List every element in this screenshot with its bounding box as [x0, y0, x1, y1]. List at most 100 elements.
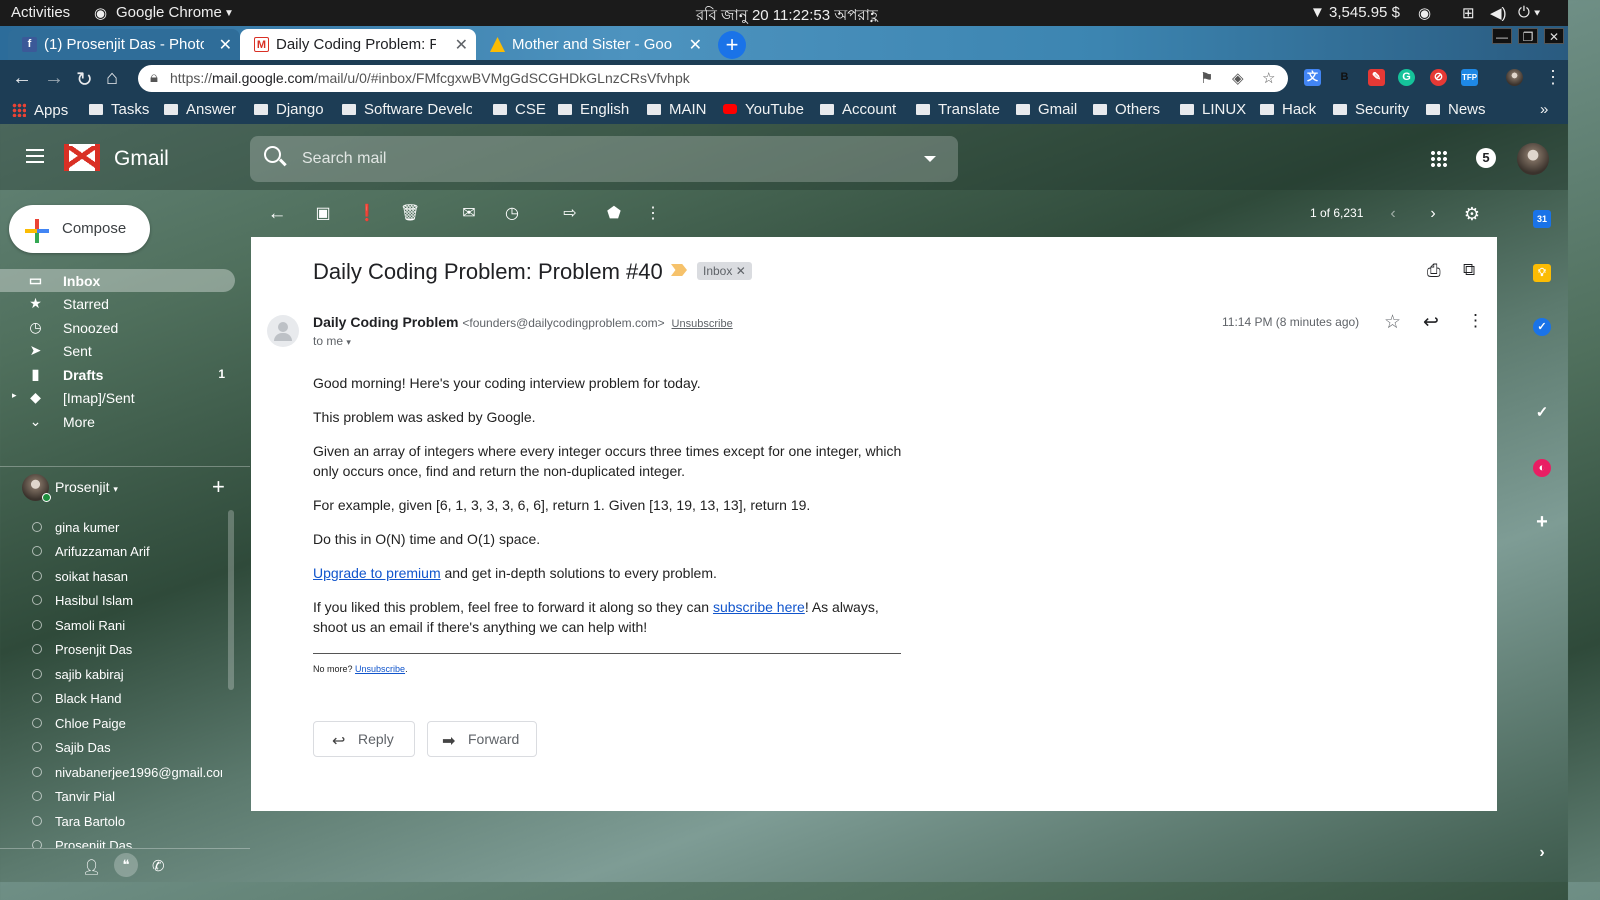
bookmark-folder[interactable]: Software Develo [342, 101, 472, 118]
new-conversation-icon[interactable]: + [212, 474, 225, 500]
sidebar-item-inbox[interactable]: ▭ Inbox [0, 269, 235, 292]
contact-item[interactable]: Black Hand [0, 688, 230, 710]
extension-icon[interactable]: ◈ [1232, 69, 1244, 87]
footer-unsubscribe-link[interactable]: Unsubscribe [355, 664, 405, 674]
contact-item[interactable]: Tara Bartolo [0, 811, 230, 833]
bookmark-folder[interactable]: CSE [493, 101, 546, 118]
network-icon[interactable]: ⊞ [1462, 4, 1475, 22]
upgrade-premium-link[interactable]: Upgrade to premium [313, 565, 441, 581]
snooze-icon[interactable]: ◷ [502, 204, 522, 224]
hangouts-user-name[interactable]: Prosenjit ▾ [55, 479, 118, 495]
google-translate-icon[interactable]: 文 [1304, 69, 1321, 86]
sidebar-item-snoozed[interactable]: ◷ Snoozed [0, 316, 235, 339]
reply-button[interactable]: ↩ Reply [313, 721, 415, 757]
delete-icon[interactable]: 🗑︎ [400, 204, 420, 224]
main-menu-icon[interactable] [26, 149, 44, 163]
close-icon[interactable]: ✕ [219, 35, 232, 55]
sidebar-item-more[interactable]: ⌄ More [0, 410, 235, 433]
search-options-icon[interactable] [924, 156, 936, 168]
bookmark-folder[interactable]: Hack [1260, 101, 1316, 118]
crypto-rate[interactable]: ▼ 3,545.95 $ [1310, 4, 1400, 21]
contact-item[interactable]: Samoli Rani [0, 615, 230, 637]
bookmark-apps[interactable]: Apps [12, 101, 68, 119]
search-mail-box[interactable]: Search mail [250, 136, 958, 182]
subscribe-link[interactable]: subscribe here [713, 599, 805, 615]
contact-item[interactable]: gina kumer [0, 517, 230, 539]
details-dropdown-icon[interactable]: ▾ [346, 337, 351, 347]
pin-extension-icon[interactable]: ✎ [1368, 69, 1385, 86]
bookmark-folder[interactable]: Django [254, 101, 324, 118]
omnibox[interactable]: 🔒︎ https://mail.google.com/mail/u/0/#inb… [138, 65, 1288, 92]
print-icon[interactable]: ⎙ [1427, 261, 1441, 281]
lock-icon[interactable]: 🔒︎ [150, 69, 158, 86]
notifications-badge[interactable]: 5 [1476, 148, 1496, 168]
volume-icon[interactable]: ◀) [1490, 4, 1507, 22]
contact-item[interactable]: sajib kabiraj [0, 664, 230, 686]
app-menu[interactable]: Google Chrome [116, 4, 222, 21]
reload-icon[interactable]: ↻ [76, 67, 93, 92]
sidebar-item-starred[interactable]: ★ Starred [0, 292, 235, 315]
sidebar-item-sent[interactable]: ➤ Sent [0, 339, 235, 362]
search-input[interactable]: Search mail [302, 150, 386, 168]
restore-button[interactable]: ❐ [1518, 28, 1538, 44]
newer-icon[interactable]: ‹ [1383, 204, 1403, 224]
older-icon[interactable]: › [1423, 204, 1443, 224]
tasks-check-icon[interactable]: ✓ [1533, 404, 1551, 422]
compose-button[interactable]: Compose [9, 205, 150, 253]
back-to-inbox-icon[interactable]: ← [267, 204, 287, 224]
account-avatar[interactable] [1517, 143, 1549, 175]
important-marker-icon[interactable] [671, 264, 687, 276]
bookmarks-overflow-icon[interactable]: » [1540, 101, 1548, 118]
bookmark-youtube[interactable]: YouTube [723, 101, 804, 118]
tab-facebook[interactable]: f (1) Prosenjit Das - Photos ✕ [8, 29, 240, 60]
contact-item[interactable]: Sajib Das [0, 737, 230, 759]
contact-item[interactable]: Prosenjit Das [0, 639, 230, 661]
contacts-scrollbar[interactable] [228, 510, 234, 690]
recipient-details[interactable]: to me ▾ [313, 334, 351, 348]
bookmark-folder[interactable]: English [558, 101, 629, 118]
forward-icon[interactable]: → [44, 67, 64, 90]
tfp-extension-icon[interactable]: TFP [1461, 69, 1478, 86]
bookmark-folder[interactable]: Translate [916, 101, 1000, 118]
chrome-menu-icon[interactable]: ⋮ [1544, 67, 1562, 88]
close-icon[interactable]: ✕ [455, 35, 468, 55]
bookmark-folder[interactable]: News [1426, 101, 1486, 118]
hangouts-icon[interactable]: ❝ [114, 853, 138, 877]
move-to-icon[interactable]: ⇨ [560, 204, 580, 224]
tab-gmail[interactable]: M Daily Coding Problem: Pro ✕ [240, 29, 476, 60]
bookmark-folder[interactable]: Tasks [89, 101, 149, 118]
chrome-indicator-icon[interactable]: ◉ [1418, 4, 1431, 22]
forward-button[interactable]: ➡ Forward [427, 721, 537, 757]
power-icon[interactable]: ⏻ ▾ [1518, 4, 1540, 21]
minimize-button[interactable]: — [1492, 28, 1512, 44]
bookmark-folder[interactable]: Account [820, 101, 896, 118]
sender-name[interactable]: Daily Coding Problem [313, 314, 458, 330]
tab-drive[interactable]: Mother and Sister - Goog ✕ [476, 29, 710, 60]
unsubscribe-link[interactable]: Unsubscribe [672, 318, 733, 330]
report-spam-icon[interactable]: ❗ [357, 204, 377, 224]
keep-icon[interactable]: 💡︎ [1533, 264, 1551, 282]
close-icon[interactable]: ✕ [689, 35, 702, 55]
profile-avatar[interactable] [1506, 69, 1523, 86]
back-icon[interactable]: ← [12, 67, 32, 90]
contact-item[interactable]: Hasibul Islam [0, 590, 230, 612]
bookmark-folder[interactable]: Security [1333, 101, 1409, 118]
reply-icon[interactable]: ↩ [1423, 311, 1439, 334]
settings-gear-icon[interactable]: ⚙ [1462, 204, 1482, 224]
expand-panel-icon[interactable]: › [1533, 844, 1551, 862]
add-addon-icon[interactable]: + [1533, 512, 1551, 532]
google-apps-icon[interactable] [1430, 150, 1448, 168]
contacts-icon[interactable]: 👤︎ [82, 858, 101, 876]
bold-extension-icon[interactable]: B [1336, 69, 1353, 86]
search-icon[interactable] [264, 146, 281, 163]
new-tab-button[interactable]: + [718, 31, 746, 59]
expand-arrow-icon[interactable]: ▸ [12, 390, 17, 401]
bookmark-folder[interactable]: Others [1093, 101, 1160, 118]
contact-item[interactable]: Prosenjit Das [0, 835, 230, 848]
bookmark-folder[interactable]: MAIN [647, 101, 707, 118]
star-icon[interactable]: ☆ [1384, 311, 1401, 334]
gmail-logo[interactable] [64, 144, 100, 171]
phone-icon[interactable]: ✆ [152, 857, 165, 875]
sidebar-item-drafts[interactable]: ▮ Drafts 1 [0, 363, 235, 386]
hangouts-user[interactable]: Prosenjit ▾ + [22, 474, 252, 502]
